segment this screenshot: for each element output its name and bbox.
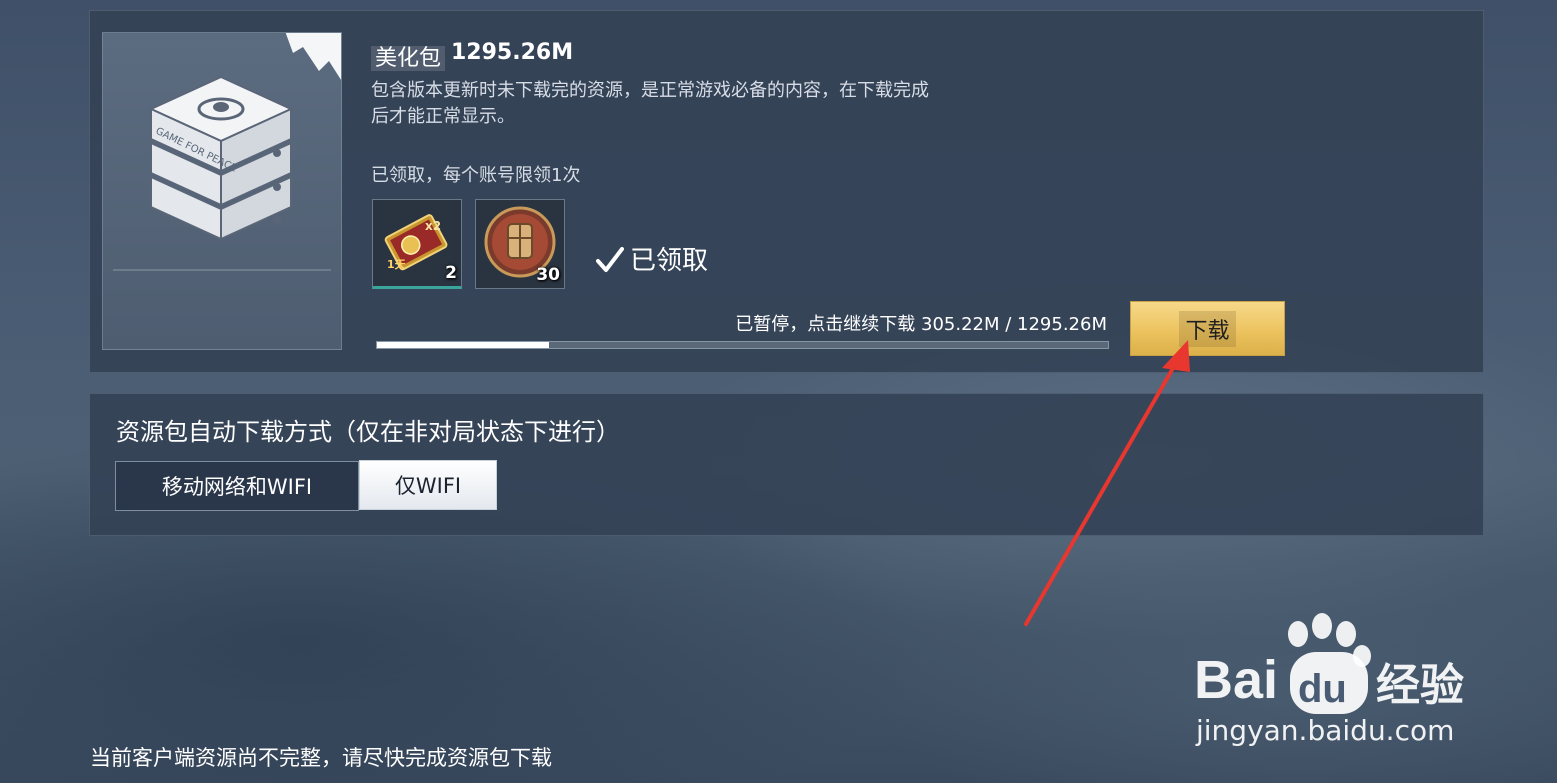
claimed-status: 已领取 (596, 240, 708, 277)
pack-description-line2: 后才能正常显示。 (371, 106, 515, 127)
pack-description-line1: 包含版本更新时未下载完的资源，是正常游戏必备的内容，在下载完成 (371, 80, 929, 101)
claim-limit-note: 已领取，每个账号限领1次 (371, 165, 581, 186)
reward-item-supply-crate[interactable]: 30 (475, 199, 565, 289)
download-progress-fill (377, 342, 550, 348)
reward-count: 2 (445, 263, 457, 283)
pack-thumbnail: GAME FOR PEACE (102, 32, 342, 350)
reward-item-double-card[interactable]: x2 1天 2 (372, 199, 462, 289)
download-button-label: 下载 (1179, 310, 1236, 347)
pack-size: 1295.26M (451, 40, 574, 65)
server-stack-icon: GAME FOR PEACE (148, 75, 294, 241)
reward-count: 30 (536, 265, 560, 285)
thumb-divider (113, 269, 331, 271)
baidu-paw-icon: Bai du 经验 jingyan.baidu.com (1194, 613, 1464, 747)
download-progress-text: 已暂停，点击继续下载 305.22M / 1295.26M (735, 314, 1107, 335)
option-label: 移动网络和WIFI (161, 475, 313, 499)
download-progress-bar (376, 341, 1109, 349)
footer-note: 当前客户端资源尚不完整，请尽快完成资源包下载 (90, 746, 552, 770)
baidu-watermark: Bai du 经验 jingyan.baidu.com (1190, 612, 1480, 752)
download-button[interactable]: 下载 (1130, 301, 1285, 356)
pack-name: 美化包 (371, 40, 446, 72)
auto-download-title: 资源包自动下载方式（仅在非对局状态下进行） (116, 418, 620, 446)
option-wifi-only[interactable]: 仅WIFI (359, 460, 497, 510)
watermark-brand: Bai (1194, 650, 1278, 710)
claimed-status-label: 已领取 (630, 246, 709, 276)
watermark-brand-du: du (1298, 667, 1347, 711)
watermark-url: jingyan.baidu.com (1195, 714, 1454, 747)
option-label: 仅WIFI (394, 474, 462, 498)
item-duration: 1天 (387, 258, 407, 271)
pack-name-text: 美化包 (371, 46, 446, 71)
option-mobile-and-wifi[interactable]: 移动网络和WIFI (115, 461, 359, 511)
item-multiplier: x2 (425, 219, 441, 233)
watermark-brand-cn: 经验 (1376, 660, 1464, 711)
checkmark-icon (596, 246, 624, 276)
